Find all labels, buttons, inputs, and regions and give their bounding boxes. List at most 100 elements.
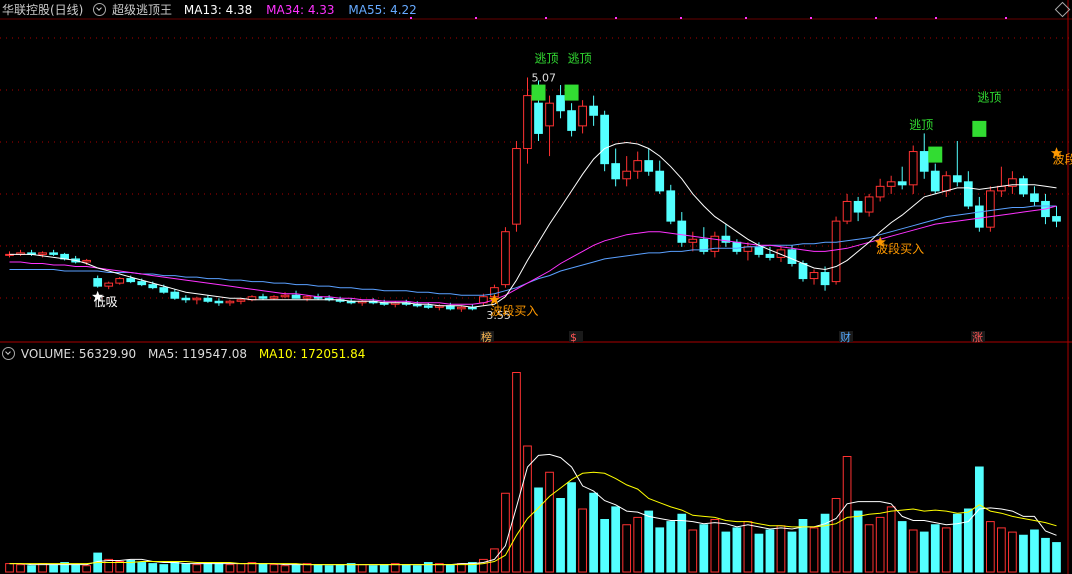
indicator-name: 超级逃顶王: [112, 3, 173, 17]
candle: [534, 102, 543, 134]
candle: [930, 170, 940, 192]
volume-bar: [732, 527, 742, 573]
volume-bar: [688, 529, 698, 573]
escape-signal-box: [531, 84, 546, 101]
top-marker-dot: [810, 17, 812, 19]
candle: [963, 181, 973, 207]
top-marker-dot: [475, 17, 477, 19]
escape-signal-box: [972, 120, 987, 137]
top-marker-dot: [545, 17, 547, 19]
candle: [611, 163, 621, 180]
volume-bar: [886, 506, 896, 573]
escape-label: 逃顶: [977, 91, 1001, 105]
candle: [203, 297, 213, 302]
escape-signal-box: [564, 84, 579, 101]
chevron-down-icon[interactable]: [93, 3, 107, 16]
candle: [126, 278, 136, 283]
volume-bar: [589, 492, 598, 573]
volume-bar: [908, 529, 918, 573]
volume-bar: [578, 508, 587, 573]
candle: [578, 105, 587, 127]
candle: [280, 294, 290, 298]
top-marker-dot: [1005, 17, 1007, 19]
volume-bar: [787, 531, 797, 573]
volume-bar: [864, 524, 874, 573]
volume-bar: [148, 563, 158, 573]
ma13-value: MA13: 4.38: [183, 3, 253, 17]
candle: [1019, 178, 1028, 195]
volume-bar: [897, 521, 907, 573]
volume-bar: [1052, 542, 1061, 573]
volume-bar: [523, 445, 532, 573]
volume-panel-header: VOLUME: 56329.90 MA5: 119547.08 MA10: 17…: [0, 344, 367, 364]
candle: [148, 284, 158, 289]
candle: [115, 278, 125, 284]
volume-bar: [82, 565, 92, 573]
candlestick-chart[interactable]: 逃顶逃顶逃顶逃顶5.073.55波段买入波段买入波段买入低吸榜$财涨: [0, 0, 1072, 574]
candle: [225, 300, 235, 304]
volume-bar: [534, 487, 543, 573]
event-tag: 财: [840, 330, 851, 344]
candle: [622, 170, 632, 180]
candle: [853, 200, 863, 213]
volume-bar: [423, 562, 433, 573]
volume-bar: [633, 516, 643, 573]
volume-bar: [512, 372, 521, 573]
candle: [897, 181, 907, 186]
volume-bar: [225, 564, 235, 573]
vol-ma10-value: MA10: 172051.84: [258, 347, 366, 361]
candle: [170, 291, 180, 299]
escape-label: 逃顶: [909, 118, 933, 132]
candle: [423, 305, 433, 308]
candle: [82, 259, 92, 263]
volume-bar: [401, 564, 411, 573]
candle: [236, 299, 246, 302]
volume-bar: [809, 527, 819, 573]
volume-bar: [115, 561, 125, 573]
volume-bar: [214, 563, 224, 573]
volume-bar: [600, 519, 609, 573]
price-high-label: 5.07: [531, 71, 556, 84]
candle: [49, 252, 58, 255]
volume-bar: [997, 527, 1006, 573]
volume-bar: [1008, 531, 1017, 573]
volume-bar: [16, 564, 25, 573]
candle: [181, 297, 191, 301]
buy-label: 波段买入: [1052, 152, 1072, 167]
volume-bar: [258, 563, 268, 573]
volume-bar: [368, 565, 378, 573]
volume-bar: [853, 510, 863, 573]
candle: [765, 253, 775, 258]
volume-bar: [269, 564, 279, 573]
escape-label: 逃顶: [535, 51, 559, 65]
dip-label: 低吸: [94, 295, 118, 309]
candle: [886, 181, 896, 187]
candle: [754, 246, 764, 255]
candle: [941, 175, 951, 192]
event-tag: 涨: [972, 331, 983, 344]
volume-bar: [986, 521, 995, 573]
volume-bar: [842, 456, 852, 573]
volume-bar: [49, 564, 58, 573]
volume-bar: [545, 471, 554, 573]
volume-bar: [236, 563, 246, 573]
top-marker-dot: [680, 17, 682, 19]
volume-bar: [104, 558, 114, 573]
escape-signal-box: [928, 146, 943, 163]
chevron-down-icon[interactable]: [2, 347, 15, 360]
top-marker-dot: [875, 17, 877, 19]
candle: [633, 160, 643, 172]
candle: [677, 220, 687, 243]
volume-bar: [379, 564, 389, 573]
volume-bar: [181, 563, 191, 573]
candle: [919, 151, 929, 172]
candle: [302, 296, 312, 299]
volume-bar: [412, 565, 422, 573]
candle: [644, 160, 654, 172]
volume-bar: [556, 498, 565, 573]
ma34-value: MA34: 4.33: [266, 3, 335, 17]
candle: [820, 272, 830, 286]
volume-bar: [357, 564, 367, 573]
ma55-value: MA55: 4.22: [348, 3, 417, 17]
volume-bar: [754, 533, 764, 573]
